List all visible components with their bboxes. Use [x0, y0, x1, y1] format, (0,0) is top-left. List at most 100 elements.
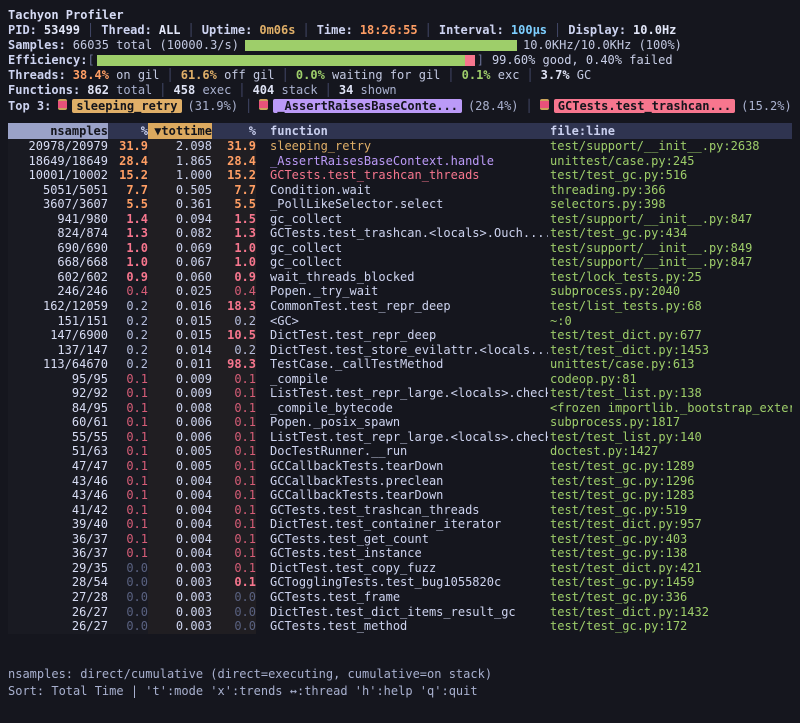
function-cell: TestCase._callTestMethod [268, 357, 548, 372]
tottime-cell: 0.025 [148, 284, 212, 299]
function-cell: _AssertRaisesBaseContext.handle [268, 154, 548, 169]
separator: │ [87, 23, 94, 38]
table-row[interactable]: 55/550.10.0060.1ListTest.test_repr_large… [8, 430, 792, 445]
table-row[interactable]: 147/69000.20.01510.5DictTest.test_repr_d… [8, 328, 792, 343]
tottime-cell: 0.008 [148, 401, 212, 416]
pct-direct-cell: 0.0 [108, 590, 148, 605]
top-function-name: sleeping_retry [72, 99, 181, 113]
table-row[interactable]: 602/6020.90.0600.9wait_threads_blockedte… [8, 270, 792, 285]
separator: │ [188, 23, 195, 38]
nsamples-cell: 41/42 [8, 503, 108, 518]
spacer-cell [256, 284, 268, 299]
table-row[interactable]: 92/920.10.0090.1ListTest.test_repr_large… [8, 386, 792, 401]
fileline-cell: selectors.py:398 [548, 197, 792, 212]
tottime-cell: 1.000 [148, 168, 212, 183]
table-row[interactable]: 41/420.10.0040.1GCTests.test_trashcan_th… [8, 503, 792, 518]
function-cell: GCTests.test_method [268, 619, 548, 634]
nsamples-cell: 26/27 [8, 619, 108, 634]
table-row[interactable]: 43/460.10.0040.1GCCallbackTests.preclean… [8, 474, 792, 489]
table-row[interactable]: 162/120590.20.01618.3CommonTest.test_rep… [8, 299, 792, 314]
pct-direct-cell: 1.0 [108, 255, 148, 270]
pct-direct-cell: 0.0 [108, 605, 148, 620]
function-stat-value: 34 [339, 83, 353, 97]
table-row[interactable]: 3607/36075.50.3615.5_PollLikeSelector.se… [8, 197, 792, 212]
table-row[interactable]: 60/610.10.0060.1Popen._posix_spawnsubpro… [8, 415, 792, 430]
table-row[interactable]: 47/470.10.0050.1GCCallbackTests.tearDown… [8, 459, 792, 474]
table-row[interactable]: 84/950.10.0080.1_compile_bytecode<frozen… [8, 401, 792, 416]
nsamples-cell: 5051/5051 [8, 183, 108, 198]
table-row[interactable]: 10001/1000215.21.00015.2GCTests.test_tra… [8, 168, 792, 183]
function-cell: GCTests.test_trashcan.<locals>.Ouch.... [268, 226, 548, 241]
footer: nsamples: direct/cumulative (direct=exec… [8, 666, 792, 700]
table-row[interactable]: 941/9801.40.0941.5gc_collecttest/support… [8, 212, 792, 227]
spacer-cell [256, 415, 268, 430]
table-row[interactable]: 29/350.00.0030.1DictTest.test_copy_fuzzt… [8, 561, 792, 576]
pct-direct-cell: 0.2 [108, 328, 148, 343]
table-row[interactable]: 36/370.10.0040.1GCTests.test_instancetes… [8, 546, 792, 561]
tottime-cell: 0.009 [148, 372, 212, 387]
table-row[interactable]: 95/950.10.0090.1_compilecodeop.py:81 [8, 372, 792, 387]
table-row[interactable]: 20978/2097931.92.09831.9sleeping_retryte… [8, 139, 792, 154]
table-row[interactable]: 39/400.10.0040.1DictTest.test_container_… [8, 517, 792, 532]
table-row[interactable]: 36/370.10.0040.1GCTests.test_get_countte… [8, 532, 792, 547]
nsamples-cell: 36/37 [8, 546, 108, 561]
fileline-cell: test/test_dict.py:1453 [548, 343, 792, 358]
spacer-cell [256, 474, 268, 489]
spacer-cell [256, 197, 268, 212]
tottime-cell: 0.060 [148, 270, 212, 285]
function-stat-label: total [109, 83, 152, 97]
tottime-cell: 1.865 [148, 154, 212, 169]
table-row[interactable]: 113/646700.20.01198.3TestCase._callTestM… [8, 357, 792, 372]
table-row[interactable]: 151/1510.20.0150.2<GC>~:0 [8, 314, 792, 329]
tottime-cell: 0.003 [148, 575, 212, 590]
table-row[interactable]: 26/270.00.0030.0GCTests.test_methodtest/… [8, 619, 792, 634]
function-cell: <GC> [268, 314, 548, 329]
spacer-cell [256, 503, 268, 518]
column-header-fileline[interactable]: file:line [548, 123, 792, 139]
table-row[interactable]: 26/270.00.0030.0DictTest.test_dict_items… [8, 605, 792, 620]
table-row[interactable]: 668/6681.00.0671.0gc_collecttest/support… [8, 255, 792, 270]
pct-direct-cell: 0.2 [108, 357, 148, 372]
column-header-pct-cumulative[interactable]: % [212, 123, 256, 139]
column-header-pct-direct[interactable]: % [108, 123, 148, 139]
column-header-nsamples[interactable]: nsamples [8, 123, 108, 139]
nsamples-cell: 60/61 [8, 415, 108, 430]
tottime-cell: 0.005 [148, 459, 212, 474]
separator: │ [526, 68, 533, 82]
pct-direct-cell: 31.9 [108, 139, 148, 154]
nsamples-cell: 95/95 [8, 372, 108, 387]
table-row[interactable]: 27/280.00.0030.0GCTests.test_frametest/t… [8, 590, 792, 605]
pct-direct-cell: 0.0 [108, 561, 148, 576]
table-row[interactable]: 246/2460.40.0250.4Popen._try_waitsubproc… [8, 284, 792, 299]
column-header-tottime[interactable]: ▼tottime [148, 123, 212, 139]
interval-value: 100μs [511, 23, 547, 38]
separator: │ [167, 68, 174, 82]
pct-cumulative-cell: 0.1 [212, 546, 256, 561]
thread-value[interactable]: ALL [159, 23, 181, 38]
table-row[interactable]: 5051/50517.70.5057.7Condition.waitthread… [8, 183, 792, 198]
spacer-cell [256, 168, 268, 183]
pct-cumulative-cell: 1.3 [212, 226, 256, 241]
function-stat-label: stack [274, 83, 317, 97]
fileline-cell: test/test_gc.py:336 [548, 590, 792, 605]
function-cell: sleeping_retry [268, 139, 548, 154]
fileline-cell: test/test_gc.py:1283 [548, 488, 792, 503]
thread-icon [540, 99, 549, 110]
fileline-cell: test/test_gc.py:138 [548, 546, 792, 561]
fileline-cell: threading.py:366 [548, 183, 792, 198]
table-row[interactable]: 690/6901.00.0691.0gc_collecttest/support… [8, 241, 792, 256]
tottime-cell: 0.004 [148, 488, 212, 503]
fileline-cell: test/test_gc.py:1459 [548, 575, 792, 590]
table-row[interactable]: 51/630.10.0050.1DocTestRunner.__rundocte… [8, 444, 792, 459]
spacer-cell [256, 226, 268, 241]
table-row[interactable]: 28/540.00.0030.1GCTogglingTests.test_bug… [8, 575, 792, 590]
spacer-cell [256, 357, 268, 372]
nsamples-cell: 602/602 [8, 270, 108, 285]
function-table: 20978/2097931.92.09831.9sleeping_retryte… [8, 139, 792, 634]
function-cell: _compile_bytecode [268, 401, 548, 416]
table-row[interactable]: 824/8741.30.0821.3GCTests.test_trashcan.… [8, 226, 792, 241]
table-row[interactable]: 43/460.10.0040.1GCCallbackTests.tearDown… [8, 488, 792, 503]
column-header-function[interactable]: function [268, 123, 548, 139]
table-row[interactable]: 18649/1864928.41.86528.4_AssertRaisesBas… [8, 154, 792, 169]
table-row[interactable]: 137/1470.20.0140.2DictTest.test_store_ev… [8, 343, 792, 358]
